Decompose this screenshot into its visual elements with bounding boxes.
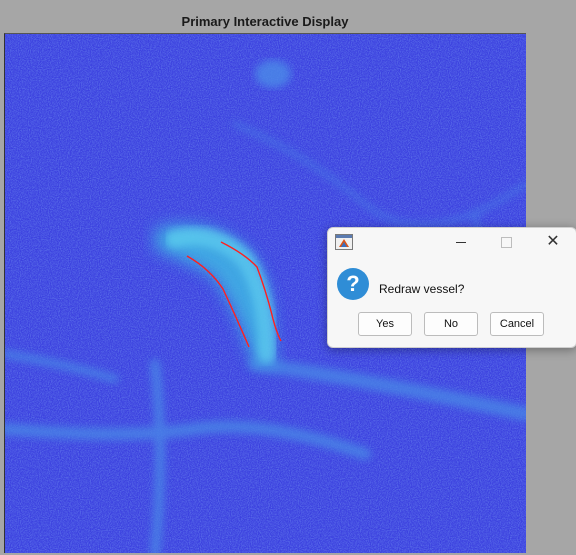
figure-title: Primary Interactive Display: [181, 14, 349, 29]
maximize-icon: [491, 232, 521, 252]
dialog-question: Redraw vessel?: [379, 282, 465, 296]
dialog-titlebar[interactable]: ✕: [328, 228, 576, 256]
redraw-dialog[interactable]: ✕ ? Redraw vessel? Yes No Cancel: [327, 227, 576, 348]
no-button[interactable]: No: [424, 312, 478, 336]
yes-button[interactable]: Yes: [358, 312, 412, 336]
question-icon: ?: [337, 268, 369, 300]
close-icon[interactable]: ✕: [538, 232, 568, 252]
minimize-icon[interactable]: [446, 232, 476, 252]
matlab-app-icon: [335, 234, 353, 250]
cancel-button[interactable]: Cancel: [490, 312, 544, 336]
